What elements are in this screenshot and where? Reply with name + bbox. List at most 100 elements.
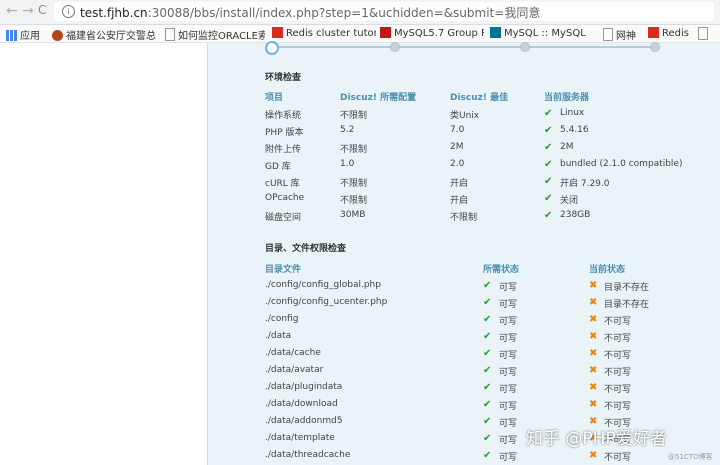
bookmark-item[interactable]: MySQL5.7 Group R — [380, 27, 484, 39]
watermark-secondary: @51CTO博客 — [668, 453, 713, 461]
file-current: 不可写 — [604, 351, 632, 361]
csdn-icon — [380, 27, 391, 38]
file-required: 可写 — [499, 334, 518, 344]
check-icon: ✔ — [483, 433, 492, 444]
cross-icon: ✖ — [589, 399, 598, 410]
files-header-current: 当前状态 — [589, 265, 626, 275]
env-item: GD 库 — [265, 162, 291, 172]
bookmarks-bar: 应用 福建省公安厅交警总 如何监控ORACLE索 Redis cluster t… — [0, 25, 720, 43]
file-current: 目录不存在 — [604, 283, 650, 293]
env-header-current: 当前服务器 — [544, 93, 590, 103]
bookmark-label: Redis cluster tutori — [286, 28, 376, 39]
file-required: 可写 — [499, 453, 518, 463]
forward-button[interactable]: → — [22, 3, 34, 19]
env-header-item: 项目 — [265, 93, 284, 103]
file-required: 可写 — [499, 351, 518, 361]
back-button[interactable]: ← — [6, 3, 18, 19]
files-section-title: 目录、文件权限检查 — [265, 244, 347, 254]
env-best: 2.0 — [450, 159, 465, 169]
apps-grid-icon — [6, 30, 17, 41]
page-icon — [165, 28, 175, 41]
check-icon: ✔ — [483, 348, 492, 359]
file-path: ./data/template — [265, 433, 335, 443]
cross-icon: ✖ — [589, 450, 598, 461]
check-icon: ✔ — [544, 142, 553, 153]
file-current: 不可写 — [604, 317, 632, 327]
env-required: 30MB — [340, 210, 366, 220]
step-4-indicator — [650, 42, 660, 52]
bookmark-label: 网神 — [616, 31, 636, 42]
bookmark-label: 应用 — [20, 31, 40, 42]
env-section-title: 环境检查 — [265, 73, 302, 83]
step-progress-line — [275, 46, 655, 48]
cross-icon: ✖ — [589, 365, 598, 376]
file-required: 可写 — [499, 402, 518, 412]
cross-icon: ✖ — [589, 331, 598, 342]
file-path: ./data/plugindata — [265, 382, 343, 392]
bookmark-label: MySQL :: MySQL 5. — [504, 28, 590, 39]
check-icon: ✔ — [544, 159, 553, 170]
redis-icon — [272, 27, 283, 38]
file-required: 可写 — [499, 368, 518, 378]
step-1-indicator — [265, 41, 279, 55]
check-icon: ✔ — [544, 108, 553, 119]
env-required: 5.2 — [340, 125, 355, 135]
bookmark-item[interactable]: Redis cluster tutori — [272, 27, 376, 39]
env-current: Linux — [560, 108, 585, 118]
file-path: ./config/config_ucenter.php — [265, 297, 388, 307]
env-required: 不限制 — [340, 111, 368, 121]
file-required: 可写 — [499, 385, 518, 395]
redis-icon — [648, 27, 659, 38]
file-required: 可写 — [499, 300, 518, 310]
file-current: 不可写 — [604, 334, 632, 344]
bookmark-item[interactable]: MySQL :: MySQL 5. — [490, 27, 590, 39]
url-text[interactable]: test.fjhb.cn:30088/bbs/install/index.php… — [80, 4, 540, 21]
env-item: OPcache — [265, 193, 305, 203]
url-path: :30088/bbs/install/index.php?step=1&uchi… — [147, 6, 541, 20]
file-required: 可写 — [499, 283, 518, 293]
env-required: 1.0 — [340, 159, 355, 169]
check-icon: ✔ — [483, 382, 492, 393]
file-path: ./data/download — [265, 399, 338, 409]
check-icon: ✔ — [544, 193, 553, 204]
env-current: 关闭 — [560, 196, 579, 206]
env-required: 不限制 — [340, 145, 368, 155]
files-header-required: 所需状态 — [483, 265, 520, 275]
info-icon[interactable]: i — [62, 5, 75, 18]
bookmark-label: 福建省公安厅交警总 — [66, 31, 156, 42]
reload-button[interactable]: C — [38, 3, 46, 17]
bookmark-apps[interactable]: 应用 — [6, 27, 40, 42]
bookmark-label: MySQL5.7 Group R — [394, 28, 484, 39]
check-icon: ✔ — [483, 280, 492, 291]
check-icon: ✔ — [483, 416, 492, 427]
bookmark-item[interactable]: 福建省公安厅交警总 — [52, 27, 162, 42]
env-current: 2M — [560, 142, 574, 152]
file-path: ./config — [265, 314, 299, 324]
check-icon: ✔ — [483, 297, 492, 308]
cross-icon: ✖ — [589, 297, 598, 308]
url-host: test.fjhb.cn — [80, 6, 148, 20]
file-path: ./config/config_global.php — [265, 280, 381, 290]
bookmark-item[interactable] — [698, 27, 711, 41]
file-current: 目录不存在 — [604, 300, 650, 310]
file-required: 可写 — [499, 419, 518, 429]
file-required: 可写 — [499, 317, 518, 327]
env-item: 磁盘空间 — [265, 213, 302, 223]
file-path: ./data/threadcache — [265, 450, 351, 460]
check-icon: ✔ — [483, 365, 492, 376]
bookmark-item[interactable]: 如何监控ORACLE索 — [165, 27, 265, 42]
env-current: 5.4.16 — [560, 125, 589, 135]
bookmark-item[interactable]: Redis — [648, 27, 689, 39]
env-best: 开启 — [450, 179, 469, 189]
env-best: 不限制 — [450, 213, 478, 223]
file-path: ./data — [265, 331, 292, 341]
page-icon — [698, 27, 708, 40]
check-icon: ✔ — [544, 125, 553, 136]
file-current: 不可写 — [604, 368, 632, 378]
env-required: 不限制 — [340, 179, 368, 189]
env-header-required: Discuz! 所需配置 — [340, 93, 417, 103]
check-icon: ✔ — [544, 210, 553, 221]
bookmark-item[interactable]: 网神 — [603, 27, 636, 42]
env-header-best: Discuz! 最佳 — [450, 93, 509, 103]
bookmark-favicon-icon — [52, 30, 63, 41]
